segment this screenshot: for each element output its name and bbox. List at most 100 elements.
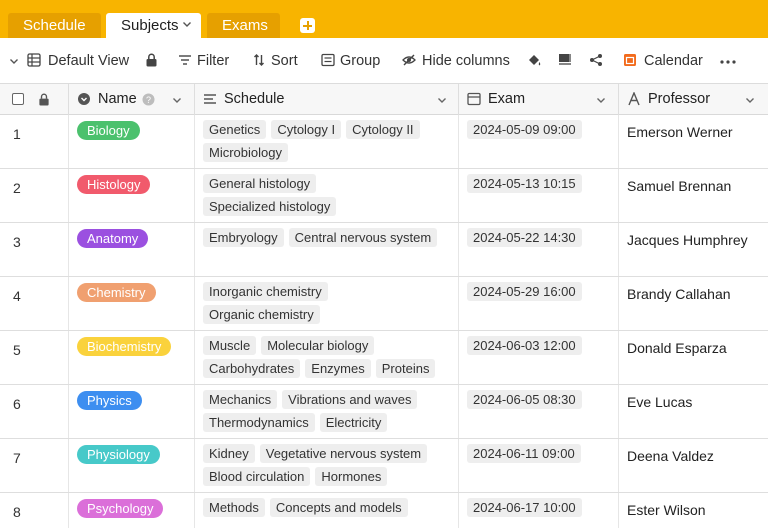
schedule-chip: Concepts and models — [269, 498, 408, 517]
schedule-chip-list: Genetics Cytology I Cytology II Microbiolog… — [203, 120, 443, 162]
professor-cell[interactable]: Samuel Brennan — [619, 169, 768, 222]
table-row[interactable]: 4 Chemistry Inorganic chemistry Organic che… — [0, 277, 768, 331]
column-header-label: Schedule — [224, 91, 285, 107]
row-number-cell[interactable]: 6 — [0, 385, 69, 438]
column-header-name[interactable]: Name ? — [69, 84, 195, 115]
more-icon[interactable] — [720, 59, 736, 65]
chevron-down-icon[interactable] — [744, 94, 756, 106]
view-selector[interactable]: Default View — [8, 51, 130, 71]
name-cell[interactable]: Physics — [69, 385, 195, 438]
name-cell[interactable]: Chemistry — [69, 277, 195, 330]
share-icon[interactable] — [589, 53, 603, 67]
subject-badge: Biology — [77, 121, 140, 140]
column-header-row: Name ? Schedule Exam Professor — [0, 84, 768, 115]
professor-cell[interactable]: Emerson Werner — [619, 115, 768, 168]
professor-cell[interactable]: Eve Lucas — [619, 385, 768, 438]
lock-icon[interactable] — [145, 53, 158, 67]
table-row[interactable]: 5 Biochemistry Muscle Molecular biology Carb… — [0, 331, 768, 385]
exam-date: 2024-05-09 09:00 — [467, 120, 582, 139]
add-table-button[interactable] — [300, 18, 315, 33]
table-row[interactable]: 1 Biology Genetics Cytology I Cytology II Mic… — [0, 115, 768, 169]
chevron-down-icon[interactable] — [171, 94, 183, 106]
schedule-cell[interactable]: Methods Concepts and models — [195, 493, 459, 528]
schedule-cell[interactable]: Embryology Central nervous system — [195, 223, 459, 276]
row-height-icon[interactable] — [558, 53, 572, 67]
schedule-chip: Vegetative nervous system — [259, 444, 428, 463]
column-header-professor[interactable]: Professor — [619, 84, 768, 115]
professor-name: Donald Esparza — [627, 340, 727, 356]
professor-cell[interactable]: Ester Wilson — [619, 493, 768, 528]
subject-badge: Psychology — [77, 499, 164, 518]
schedule-chip: Hormones — [315, 467, 388, 486]
table-row[interactable]: 6 Physics Mechanics Vibrations and waves The… — [0, 385, 768, 439]
table-tab-bar: Schedule Subjects Exams — [0, 0, 768, 38]
professor-cell[interactable]: Deena Valdez — [619, 439, 768, 492]
exam-cell[interactable]: 2024-06-03 12:00 — [459, 331, 619, 384]
table-row[interactable]: 7 Physiology Kidney Vegetative nervous syst… — [0, 439, 768, 493]
column-header-schedule[interactable]: Schedule — [195, 84, 459, 115]
row-number-cell[interactable]: 1 — [0, 115, 69, 168]
schedule-cell[interactable]: Muscle Molecular biology Carbohydrates Enzy… — [195, 331, 459, 384]
chevron-down-icon[interactable] — [181, 18, 193, 30]
schedule-cell[interactable]: Kidney Vegetative nervous system Blood cir… — [195, 439, 459, 492]
tab-subjects[interactable]: Subjects — [106, 13, 201, 38]
row-number-cell[interactable]: 8 — [0, 493, 69, 528]
exam-cell[interactable]: 2024-06-05 08:30 — [459, 385, 619, 438]
exam-cell[interactable]: 2024-05-13 10:15 — [459, 169, 619, 222]
tab-schedule[interactable]: Schedule — [8, 13, 101, 38]
row-number-cell[interactable]: 3 — [0, 223, 69, 276]
table-row[interactable]: 2 Histology General histology Specialized h… — [0, 169, 768, 223]
professor-cell[interactable]: Donald Esparza — [619, 331, 768, 384]
exam-date: 2024-05-29 16:00 — [467, 282, 582, 301]
column-header-exam[interactable]: Exam — [459, 84, 619, 115]
schedule-cell[interactable]: Inorganic chemistry Organic chemistry — [195, 277, 459, 330]
table-row[interactable]: 3 Anatomy Embryology Central nervous system… — [0, 223, 768, 277]
schedule-chip: Cytology I — [271, 120, 342, 139]
exam-cell[interactable]: 2024-06-11 09:00 — [459, 439, 619, 492]
name-cell[interactable]: Physiology — [69, 439, 195, 492]
sort-icon — [254, 54, 264, 66]
view-name: Default View — [48, 53, 130, 69]
filter-button[interactable]: Filter — [178, 51, 233, 71]
table-row[interactable]: 8 Psychology Methods Concepts and models 202… — [0, 493, 768, 528]
select-all-checkbox[interactable] — [12, 93, 24, 105]
name-cell[interactable]: Biology — [69, 115, 195, 168]
paint-bucket-icon[interactable] — [527, 53, 542, 68]
tab-exams[interactable]: Exams — [207, 13, 280, 38]
chevron-down-icon[interactable] — [436, 94, 448, 106]
row-number-cell[interactable]: 5 — [0, 331, 69, 384]
exam-cell[interactable]: 2024-05-29 16:00 — [459, 277, 619, 330]
schedule-cell[interactable]: Mechanics Vibrations and waves Thermodynam… — [195, 385, 459, 438]
professor-cell[interactable]: Brandy Callahan — [619, 277, 768, 330]
schedule-cell[interactable]: General histology Specialized histology — [195, 169, 459, 222]
schedule-chip-list: Embryology Central nervous system — [203, 228, 443, 247]
name-cell[interactable]: Histology — [69, 169, 195, 222]
calendar-label: Calendar — [644, 53, 703, 69]
tab-label: Subjects — [121, 17, 179, 34]
professor-cell[interactable]: Jacques Humphrey — [619, 223, 768, 276]
exam-cell[interactable]: 2024-05-22 14:30 — [459, 223, 619, 276]
hide-columns-button[interactable]: Hide columns — [402, 51, 512, 71]
row-number: 1 — [13, 126, 21, 142]
schedule-chip: Muscle — [203, 336, 257, 355]
group-button[interactable]: Group — [321, 51, 383, 71]
name-cell[interactable]: Anatomy — [69, 223, 195, 276]
schedule-cell[interactable]: Genetics Cytology I Cytology II Microbiolog… — [195, 115, 459, 168]
sort-button[interactable]: Sort — [253, 51, 301, 71]
row-number-cell[interactable]: 2 — [0, 169, 69, 222]
calendar-button[interactable]: Calendar — [623, 51, 705, 71]
schedule-chip: Central nervous system — [288, 228, 438, 247]
subject-badge: Physiology — [77, 445, 160, 464]
name-cell[interactable]: Psychology — [69, 493, 195, 528]
row-number-cell[interactable]: 4 — [0, 277, 69, 330]
subject-badge: Biochemistry — [77, 337, 172, 356]
row-number-cell[interactable]: 7 — [0, 439, 69, 492]
schedule-chip: Kidney — [203, 444, 255, 463]
name-cell[interactable]: Biochemistry — [69, 331, 195, 384]
schedule-chip-list: Methods Concepts and models — [203, 498, 443, 517]
schedule-chip: Organic chemistry — [203, 305, 320, 324]
exam-cell[interactable]: 2024-05-09 09:00 — [459, 115, 619, 168]
chevron-down-icon[interactable] — [595, 94, 607, 106]
help-icon[interactable]: ? — [142, 93, 155, 106]
exam-cell[interactable]: 2024-06-17 10:00 — [459, 493, 619, 528]
